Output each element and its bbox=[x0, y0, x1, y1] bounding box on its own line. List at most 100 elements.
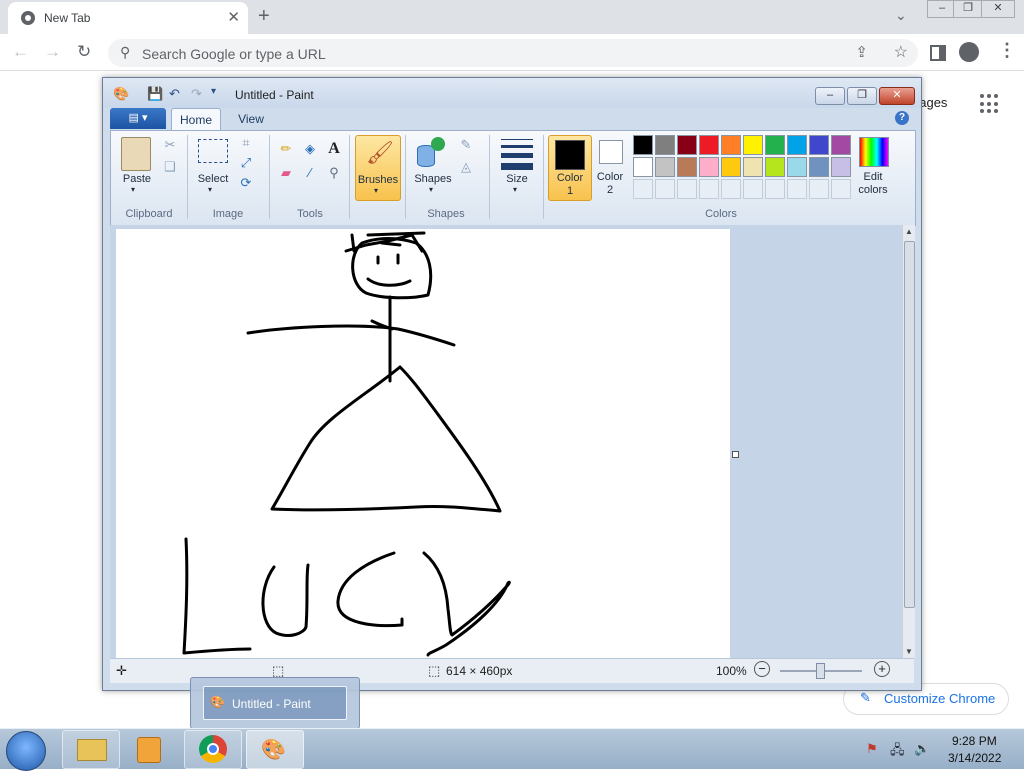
action-center-icon[interactable]: ⚑ bbox=[866, 741, 878, 757]
palette-swatch[interactable] bbox=[721, 135, 741, 155]
size-icon[interactable] bbox=[501, 139, 533, 170]
palette-swatch[interactable] bbox=[831, 157, 851, 177]
custom-color-slot[interactable] bbox=[633, 179, 653, 199]
custom-color-slot[interactable] bbox=[677, 179, 697, 199]
edit-colors-label[interactable]: Edit bbox=[851, 171, 895, 183]
custom-color-slot[interactable] bbox=[743, 179, 763, 199]
magnifier-icon[interactable]: ⚲ bbox=[323, 163, 345, 183]
color2-number[interactable]: 2 bbox=[591, 184, 629, 196]
palette-swatch[interactable] bbox=[633, 157, 653, 177]
palette-swatch[interactable] bbox=[633, 135, 653, 155]
shapes-dropdown-icon[interactable]: ▾ bbox=[429, 185, 433, 194]
color-picker-icon[interactable]: ⁄ bbox=[299, 163, 321, 183]
google-apps-icon[interactable] bbox=[980, 94, 1000, 114]
side-panel-icon[interactable] bbox=[930, 45, 946, 61]
crop-icon[interactable]: ⌗ bbox=[235, 133, 257, 153]
paste-icon[interactable] bbox=[121, 137, 151, 171]
zoom-slider-thumb[interactable] bbox=[816, 663, 825, 679]
clock-date[interactable]: 3/14/2022 bbox=[948, 751, 1001, 765]
palette-swatch[interactable] bbox=[809, 157, 829, 177]
copy-icon[interactable]: ❏ bbox=[159, 157, 181, 177]
resize-icon[interactable]: ⤢ bbox=[235, 153, 257, 173]
brushes-button[interactable]: 🖌 Brushes ▾ bbox=[355, 135, 401, 201]
start-button[interactable] bbox=[6, 731, 46, 771]
palette-swatch[interactable] bbox=[655, 135, 675, 155]
redo-icon[interactable]: ↷ bbox=[191, 86, 202, 102]
tab-search-chevron-icon[interactable]: ⌄ bbox=[895, 7, 907, 24]
custom-color-slot[interactable] bbox=[831, 179, 851, 199]
palette-swatch[interactable] bbox=[743, 157, 763, 177]
share-icon[interactable]: ⇪ bbox=[855, 43, 868, 61]
color2-swatch[interactable] bbox=[599, 140, 623, 164]
volume-icon[interactable]: 🔊 bbox=[914, 741, 930, 757]
tab-new-tab[interactable]: New Tab ✕ bbox=[8, 2, 248, 34]
palette-swatch[interactable] bbox=[655, 157, 675, 177]
size-dropdown-icon[interactable]: ▾ bbox=[513, 185, 517, 194]
zoom-in-icon[interactable]: + bbox=[874, 661, 890, 677]
fill-icon[interactable]: ◈ bbox=[299, 139, 321, 159]
custom-color-slot[interactable] bbox=[699, 179, 719, 199]
custom-color-slot[interactable] bbox=[655, 179, 675, 199]
paint-restore-button[interactable]: ❐ bbox=[847, 87, 877, 105]
canvas-resize-handle[interactable] bbox=[732, 451, 739, 458]
paste-dropdown-icon[interactable]: ▾ bbox=[131, 185, 135, 194]
scroll-thumb[interactable] bbox=[904, 241, 915, 608]
palette-swatch[interactable] bbox=[677, 135, 697, 155]
palette-swatch[interactable] bbox=[809, 135, 829, 155]
custom-color-slot[interactable] bbox=[721, 179, 741, 199]
help-icon[interactable]: ? bbox=[895, 111, 909, 125]
undo-icon[interactable]: ↶ bbox=[169, 86, 180, 102]
fill-shape-icon[interactable]: ◬ bbox=[455, 157, 477, 177]
paint-minimize-button[interactable]: – bbox=[815, 87, 845, 105]
palette-swatch[interactable] bbox=[787, 135, 807, 155]
custom-color-slot[interactable] bbox=[765, 179, 785, 199]
palette-swatch[interactable] bbox=[831, 135, 851, 155]
eraser-icon[interactable]: ▰ bbox=[275, 163, 297, 183]
restore-button[interactable]: ❐ bbox=[953, 0, 983, 18]
cut-icon[interactable]: ✂ bbox=[159, 135, 181, 155]
outline-icon[interactable]: ✎ bbox=[455, 135, 477, 155]
palette-swatch[interactable] bbox=[765, 135, 785, 155]
tab-view[interactable]: View bbox=[228, 108, 274, 130]
select-dropdown-icon[interactable]: ▾ bbox=[208, 185, 212, 194]
palette-swatch[interactable] bbox=[765, 157, 785, 177]
select-icon[interactable] bbox=[198, 139, 228, 163]
back-arrow-icon[interactable]: ← bbox=[12, 42, 29, 62]
rotate-icon[interactable]: ⟳ bbox=[235, 173, 257, 193]
drawing-canvas[interactable] bbox=[116, 229, 730, 658]
taskbar-explorer[interactable] bbox=[62, 730, 120, 769]
taskbar-chrome[interactable] bbox=[184, 730, 242, 769]
palette-swatch[interactable] bbox=[721, 157, 741, 177]
chrome-menu-icon[interactable]: ⋮ bbox=[998, 40, 1016, 61]
omnibox[interactable]: ⚲ Search Google or type a URL ⇪ ☆ bbox=[108, 39, 918, 67]
color2-label[interactable]: Color bbox=[591, 171, 629, 183]
vertical-scrollbar[interactable]: ▲ ▼ bbox=[902, 225, 915, 658]
palette-swatch[interactable] bbox=[677, 157, 697, 177]
palette-swatch[interactable] bbox=[743, 135, 763, 155]
pencil-icon[interactable]: ✏ bbox=[275, 139, 297, 159]
shapes-icon[interactable] bbox=[417, 137, 447, 167]
clock-time[interactable]: 9:28 PM bbox=[952, 734, 997, 748]
custom-color-slot[interactable] bbox=[809, 179, 829, 199]
close-button[interactable]: ✕ bbox=[981, 0, 1015, 18]
paint-menu-button[interactable]: ▤ ▾ bbox=[110, 108, 166, 129]
profile-avatar-icon[interactable] bbox=[959, 42, 979, 62]
text-icon[interactable]: A bbox=[323, 139, 345, 159]
customize-qat-icon[interactable]: ▾ bbox=[211, 86, 216, 97]
color1-button[interactable]: Color 1 bbox=[548, 135, 592, 201]
paint-close-button[interactable]: ✕ bbox=[879, 87, 915, 105]
paint-app-icon[interactable]: 🎨 bbox=[113, 86, 129, 102]
shapes-label[interactable]: Shapes bbox=[411, 173, 455, 185]
bookmark-star-icon[interactable]: ☆ bbox=[894, 42, 908, 62]
taskbar-paint[interactable]: 🎨 bbox=[246, 730, 304, 769]
palette-swatch[interactable] bbox=[699, 157, 719, 177]
scroll-down-icon[interactable]: ▼ bbox=[905, 647, 913, 656]
palette-swatch[interactable] bbox=[699, 135, 719, 155]
reload-icon[interactable]: ↻ bbox=[77, 42, 91, 62]
zoom-out-icon[interactable]: − bbox=[754, 661, 770, 677]
edit-colors-label-2[interactable]: colors bbox=[851, 184, 895, 196]
forward-arrow-icon[interactable]: → bbox=[44, 42, 61, 62]
tab-close-icon[interactable]: ✕ bbox=[227, 8, 240, 26]
size-label[interactable]: Size bbox=[495, 173, 539, 185]
tab-home[interactable]: Home bbox=[171, 108, 221, 131]
